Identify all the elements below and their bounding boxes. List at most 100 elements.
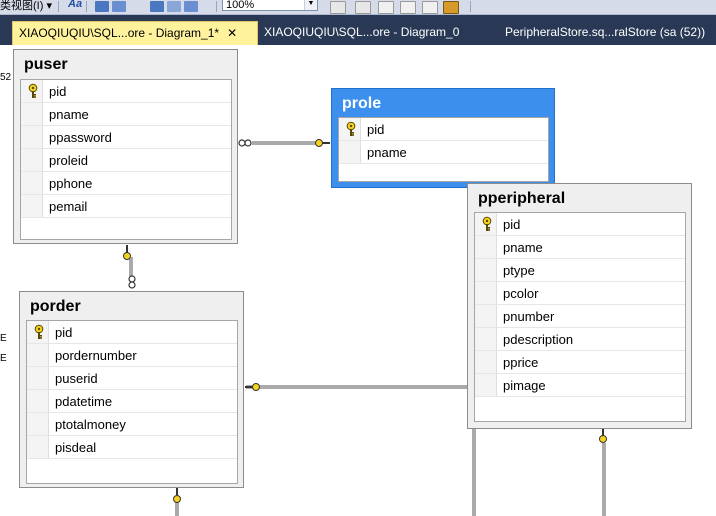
column-row[interactable]: ptotalmoney [27, 413, 237, 436]
key-icon [315, 139, 330, 147]
table-porder[interactable]: porder pid pordernumber puserid pdatetime pt… [19, 291, 244, 488]
view-menu-fragment[interactable]: 类视图(I) ▾ [0, 0, 52, 13]
row-selector[interactable] [27, 344, 49, 366]
row-selector[interactable] [27, 367, 49, 389]
column-row[interactable]: proleid [21, 149, 231, 172]
zoom-select[interactable]: 100% ▼ [222, 0, 318, 11]
arrange-selection-icon[interactable] [167, 1, 181, 12]
column-row[interactable]: pid [339, 118, 548, 141]
column-name: ptype [503, 263, 535, 278]
table-title: porder [30, 298, 81, 315]
row-selector[interactable] [21, 172, 43, 194]
show-relationship-labels-icon[interactable] [330, 1, 346, 14]
add-table-icon[interactable] [95, 1, 109, 12]
column-row[interactable]: pdatetime [27, 390, 237, 413]
table-title: puser [24, 56, 68, 73]
row-selector[interactable] [475, 374, 497, 396]
infinity-icon [128, 275, 136, 289]
column-row[interactable]: ppassword [21, 126, 231, 149]
row-selector[interactable] [27, 321, 49, 343]
column-row[interactable]: pdescription [475, 328, 685, 351]
generate-script-icon[interactable] [443, 1, 459, 14]
relationship-pperipheral-down[interactable] [599, 428, 607, 516]
diagram-canvas[interactable]: 52 E E puser pid pname ppassword proleid… [0, 45, 716, 516]
column-row[interactable]: pisdeal [27, 436, 237, 459]
column-name: puserid [55, 371, 98, 386]
column-row[interactable]: pemail [21, 195, 231, 218]
row-selector[interactable] [475, 259, 497, 281]
tab-label: PeripheralStore.sq...ralStore (sa (52)) [505, 25, 706, 39]
tab-diagram-1[interactable]: XIAOQIUQIU\SQL...ore - Diagram_1* ✕ [12, 21, 258, 45]
add-related-table-icon[interactable] [112, 1, 126, 12]
column-grid: pid pname [338, 117, 549, 182]
column-name: pprice [503, 355, 539, 370]
relationship-porder-pperipheral[interactable] [245, 383, 468, 391]
column-name: pordernumber [55, 348, 137, 363]
column-row[interactable]: pid [27, 321, 237, 344]
close-icon[interactable]: ✕ [227, 22, 237, 44]
relationship-porder-down[interactable] [173, 486, 181, 516]
toolbar-separator [58, 1, 59, 12]
font-button[interactable]: Aa [68, 0, 82, 10]
row-selector[interactable] [475, 236, 497, 258]
column-grid: pid pordernumber puserid pdatetime ptotalmon… [26, 320, 238, 484]
new-text-annotation-icon[interactable] [378, 1, 394, 14]
document-tab-strip: XIAOQIUQIU\SQL...ore - Diagram_1* ✕ XIAOQ… [0, 15, 716, 45]
tab-diagram-0[interactable]: XIAOQIUQIU\SQL...ore - Diagram_0 [258, 21, 480, 45]
column-row[interactable]: pnumber [475, 305, 685, 328]
row-selector[interactable] [27, 413, 49, 435]
row-selector[interactable] [339, 141, 361, 163]
column-row[interactable]: pname [475, 236, 685, 259]
column-name: pcolor [503, 286, 539, 301]
relationship-puser-prole[interactable] [238, 139, 330, 147]
column-name: pemail [49, 199, 88, 214]
row-selector[interactable] [21, 195, 43, 217]
column-row[interactable]: pname [339, 141, 548, 164]
row-selector[interactable] [21, 80, 43, 102]
table-pperipheral[interactable]: pperipheral pid pname ptype pcolor pnumber pd… [467, 183, 692, 429]
column-row[interactable]: pphone [21, 172, 231, 195]
column-name: pname [503, 240, 543, 255]
column-row[interactable]: pimage [475, 374, 685, 397]
row-selector[interactable] [475, 213, 497, 235]
column-name: pdatetime [55, 394, 113, 409]
table-view-icon[interactable] [400, 1, 416, 14]
row-selector[interactable] [339, 118, 361, 140]
column-row[interactable]: pname [21, 103, 231, 126]
arrange-tables-icon[interactable] [150, 1, 164, 12]
relationship-puser-porder[interactable] [123, 245, 136, 289]
row-selector[interactable] [21, 126, 43, 148]
table-puser[interactable]: puser pid pname ppassword proleid pphone pema… [13, 49, 238, 244]
column-row[interactable]: puserid [27, 367, 237, 390]
column-row[interactable]: pcolor [475, 282, 685, 305]
key-icon [34, 324, 44, 340]
key-icon [482, 216, 492, 232]
row-selector[interactable] [27, 436, 49, 458]
manage-indexes-icon[interactable] [422, 1, 438, 14]
column-row[interactable]: pid [475, 213, 685, 236]
table-prole[interactable]: prole pid pname [331, 88, 555, 188]
row-selector[interactable] [475, 351, 497, 373]
row-selector[interactable] [21, 103, 43, 125]
column-row[interactable]: ptype [475, 259, 685, 282]
row-selector[interactable] [475, 305, 497, 327]
column-name: pphone [49, 176, 93, 191]
toolbar-separator [216, 1, 217, 12]
view-page-breaks-icon[interactable] [355, 1, 371, 14]
row-selector[interactable] [21, 149, 43, 171]
key-icon [123, 245, 131, 260]
row-selector[interactable] [27, 390, 49, 412]
column-name: pimage [503, 378, 546, 393]
column-row[interactable]: pprice [475, 351, 685, 374]
key-icon [173, 486, 181, 503]
tab-query[interactable]: PeripheralStore.sq...ralStore (sa (52)) [499, 21, 716, 45]
column-row[interactable]: pid [21, 80, 231, 103]
chevron-down-icon[interactable]: ▼ [304, 0, 317, 10]
column-name: pdescription [503, 332, 574, 347]
column-name: pid [367, 122, 385, 137]
column-row[interactable]: pordernumber [27, 344, 237, 367]
row-selector[interactable] [475, 282, 497, 304]
autosize-icon[interactable] [184, 1, 198, 12]
column-grid: pid pname ptype pcolor pnumber pdescription pp… [474, 212, 686, 422]
row-selector[interactable] [475, 328, 497, 350]
